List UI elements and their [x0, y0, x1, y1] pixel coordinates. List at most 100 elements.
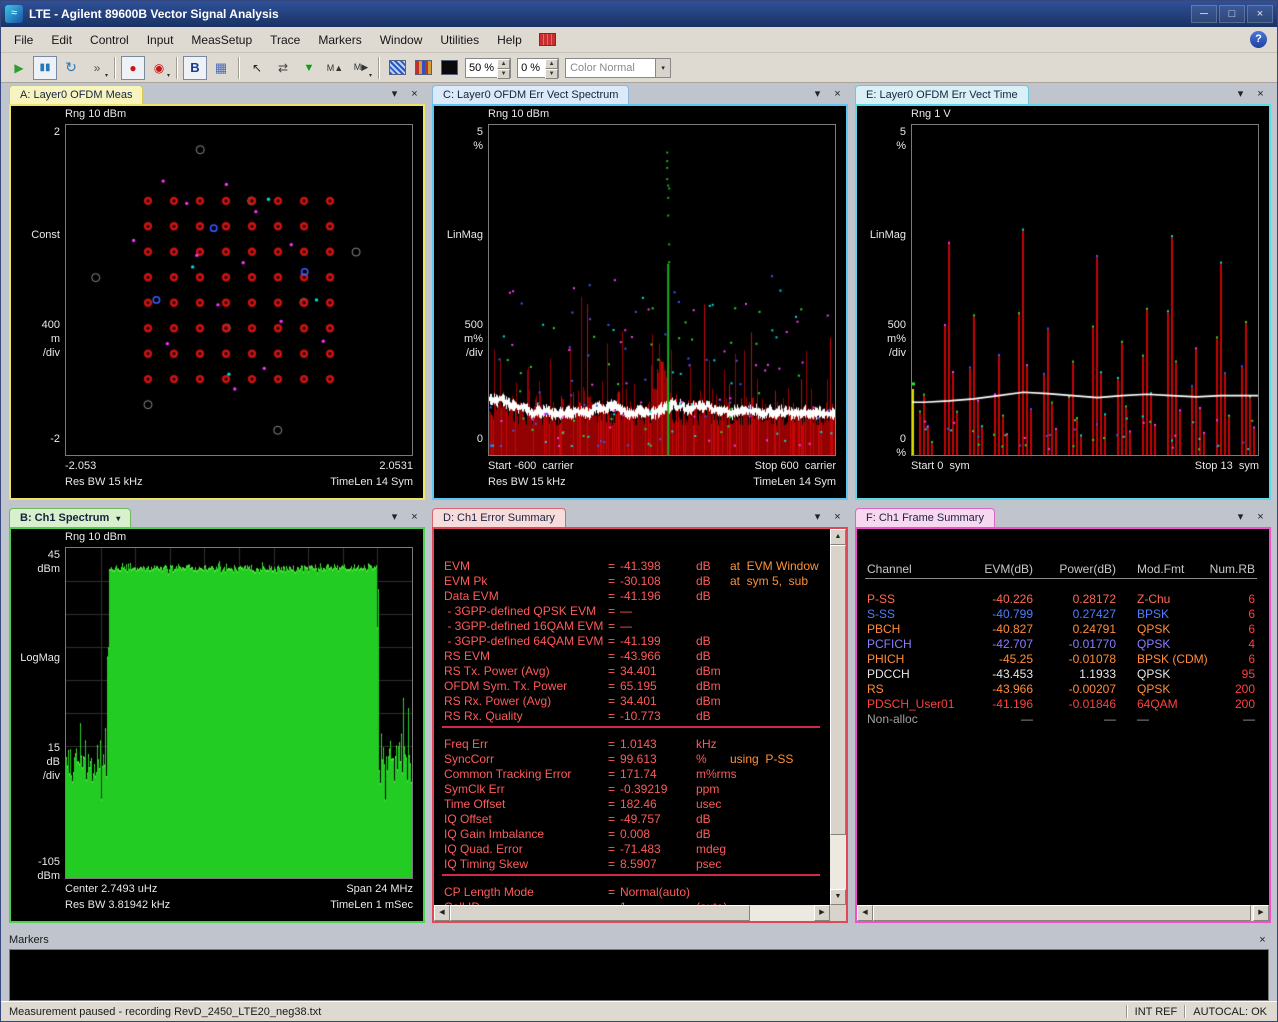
maximize-button[interactable]: □: [1219, 5, 1245, 23]
table-row[interactable]: PDSCH_User01-41.196-0.0184664QAM200: [857, 697, 1269, 711]
toolbar-separator: [114, 57, 116, 79]
panel-err-vect-time: E: Layer0 OFDM Err Vect Time ▾ × Rng 1 V…: [855, 85, 1271, 500]
panel-e-menu-arrow-icon[interactable]: ▾: [1234, 88, 1247, 101]
window-layout-button[interactable]: ▦: [209, 56, 233, 80]
ch1-spectrum-canvas[interactable]: [66, 548, 412, 878]
scroll-down-arrow[interactable]: ▼: [830, 889, 846, 905]
panel-c-tab[interactable]: C: Layer0 OFDM Err Vect Spectrum: [432, 85, 629, 104]
marker-to-peak-button[interactable]: M▲: [323, 56, 347, 80]
menu-utilities[interactable]: Utilities: [431, 29, 488, 51]
scroll-up-arrow[interactable]: ▲: [830, 529, 846, 545]
summary-row: IQ Quad. Error=-71.483mdeg: [434, 842, 830, 856]
help-icon[interactable]: ?: [1250, 31, 1267, 48]
marker-search-button[interactable]: M▶▾: [349, 56, 373, 80]
overlap-percent-spinner-up-arrow[interactable]: ▲: [545, 59, 558, 69]
panel-b-menu-arrow-icon[interactable]: ▾: [388, 511, 401, 524]
table-row[interactable]: PDCCH-43.4531.1933QPSK95: [857, 667, 1269, 681]
spectrogram-button[interactable]: [411, 56, 435, 80]
horizontal-scrollbar[interactable]: ◀ ▶: [434, 905, 830, 921]
overlap-percent-spinner-down-arrow[interactable]: ▼: [545, 69, 558, 79]
y-axis-bottom-label: -105dBm: [11, 855, 60, 883]
minimize-button[interactable]: ─: [1191, 5, 1217, 23]
panel-d-menu-arrow-icon[interactable]: ▾: [811, 511, 824, 524]
menu-control[interactable]: Control: [81, 29, 138, 51]
panel-d-close-icon[interactable]: ×: [831, 511, 844, 524]
menu-edit[interactable]: Edit: [42, 29, 81, 51]
panel-f-close-icon[interactable]: ×: [1254, 511, 1267, 524]
table-row[interactable]: Non-alloc————: [857, 712, 1269, 726]
panel-f-tab[interactable]: F: Ch1 Frame Summary: [855, 508, 995, 527]
scroll-right-arrow[interactable]: ▶: [1253, 905, 1269, 921]
x-axis-left-label: -2.053: [65, 460, 96, 472]
overlap-percent-spinner[interactable]: 0 %▲▼: [517, 58, 559, 78]
average-percent-spinner[interactable]: 50 %▲▼: [465, 58, 511, 78]
y-axis-bottom-label: 0%: [857, 432, 906, 460]
menu-file[interactable]: File: [5, 29, 42, 51]
table-row[interactable]: PCFICH-42.707-0.01770QPSK4: [857, 637, 1269, 651]
panel-c-close-icon[interactable]: ×: [831, 88, 844, 101]
panel-c-menu-arrow-icon[interactable]: ▾: [811, 88, 824, 101]
scroll-right-arrow[interactable]: ▶: [814, 905, 830, 921]
recording-indicator-icon: [539, 33, 556, 46]
autocal-status: AUTOCAL: OK: [1193, 1006, 1277, 1018]
record-setup-button[interactable]: ◉▾: [147, 56, 171, 80]
horizontal-scroll-thumb[interactable]: [450, 905, 750, 921]
panel-e-title: E: Layer0 OFDM Err Vect Time: [866, 89, 1018, 101]
menu-input[interactable]: Input: [138, 29, 183, 51]
menu-help[interactable]: Help: [488, 29, 531, 51]
table-row[interactable]: RS-43.966-0.00207QPSK200: [857, 682, 1269, 696]
panel-a-menu-arrow-icon[interactable]: ▾: [388, 88, 401, 101]
per-division-label: 500m%/div: [434, 318, 483, 360]
plot-area: [65, 124, 413, 456]
table-row[interactable]: PBCH-40.8270.24791QPSK6: [857, 622, 1269, 636]
menu-trace[interactable]: Trace: [261, 29, 309, 51]
average-percent-spinner-down-arrow[interactable]: ▼: [497, 69, 510, 79]
plot-area: [488, 124, 836, 456]
constellation-canvas[interactable]: [66, 125, 412, 455]
marker-couple-button[interactable]: ⇄: [271, 56, 295, 80]
panel-b-tab[interactable]: B: Ch1 Spectrum▾: [9, 508, 131, 527]
menu-markers[interactable]: Markers: [309, 29, 370, 51]
table-row[interactable]: P-SS-40.2260.28172Z-Chu6: [857, 592, 1269, 606]
summary-row: RS Rx. Quality=-10.773dB: [434, 709, 830, 723]
restart-button[interactable]: ↻: [59, 56, 83, 80]
menu-meassetup[interactable]: MeasSetup: [182, 29, 261, 51]
panel-d-tab[interactable]: D: Ch1 Error Summary: [432, 508, 566, 527]
panel-b-close-icon[interactable]: ×: [408, 511, 421, 524]
vertical-scroll-thumb[interactable]: [830, 545, 846, 835]
color-scheme-combo[interactable]: Color Normal▾: [565, 58, 671, 78]
select-pointer-button[interactable]: ↖: [245, 56, 269, 80]
play-button[interactable]: ▶: [7, 56, 31, 80]
color-scheme-combo-arrow[interactable]: ▾: [655, 59, 670, 77]
horizontal-scrollbar[interactable]: ◀ ▶: [857, 905, 1269, 921]
panel-a-close-icon[interactable]: ×: [408, 88, 421, 101]
marker-button[interactable]: ▼: [297, 56, 321, 80]
horizontal-scroll-thumb[interactable]: [873, 905, 1251, 921]
display-layout-button[interactable]: [437, 56, 461, 80]
bold-markers-button[interactable]: B: [183, 56, 207, 80]
table-row[interactable]: PHICH-45.25-0.01078BPSK (CDM)6: [857, 652, 1269, 666]
playback-mode-button[interactable]: »▾: [85, 56, 109, 80]
scroll-left-arrow[interactable]: ◀: [857, 905, 873, 921]
trace-format-label: LinMag: [434, 228, 483, 242]
menu-window[interactable]: Window: [371, 29, 432, 51]
close-button[interactable]: ×: [1247, 5, 1273, 23]
panel-e-tab[interactable]: E: Layer0 OFDM Err Vect Time: [855, 85, 1029, 104]
pause-button[interactable]: ▮▮: [33, 56, 57, 80]
panel-f-menu-arrow-icon[interactable]: ▾: [1234, 511, 1247, 524]
markers-close-icon[interactable]: ×: [1256, 934, 1269, 947]
vertical-scrollbar[interactable]: ▲ ▼: [830, 529, 846, 905]
summary-row: RS Rx. Power (Avg)=34.401dBm: [434, 694, 830, 708]
summary-row: - 3GPP-defined 16QAM EVM=—: [434, 619, 830, 633]
panel-a-tab[interactable]: A: Layer0 OFDM Meas: [9, 85, 143, 104]
trace-select-arrow-icon[interactable]: ▾: [116, 514, 120, 523]
panel-e-close-icon[interactable]: ×: [1254, 88, 1267, 101]
time-capture-button[interactable]: [385, 56, 409, 80]
error-vector-time-canvas[interactable]: [912, 125, 1258, 455]
average-percent-spinner-up-arrow[interactable]: ▲: [497, 59, 510, 69]
scroll-left-arrow[interactable]: ◀: [434, 905, 450, 921]
error-vector-spectrum-canvas[interactable]: [489, 125, 835, 455]
summary-row: Freq Err=1.0143kHz: [434, 737, 830, 751]
record-button[interactable]: ●: [121, 56, 145, 80]
table-row[interactable]: S-SS-40.7990.27427BPSK6: [857, 607, 1269, 621]
